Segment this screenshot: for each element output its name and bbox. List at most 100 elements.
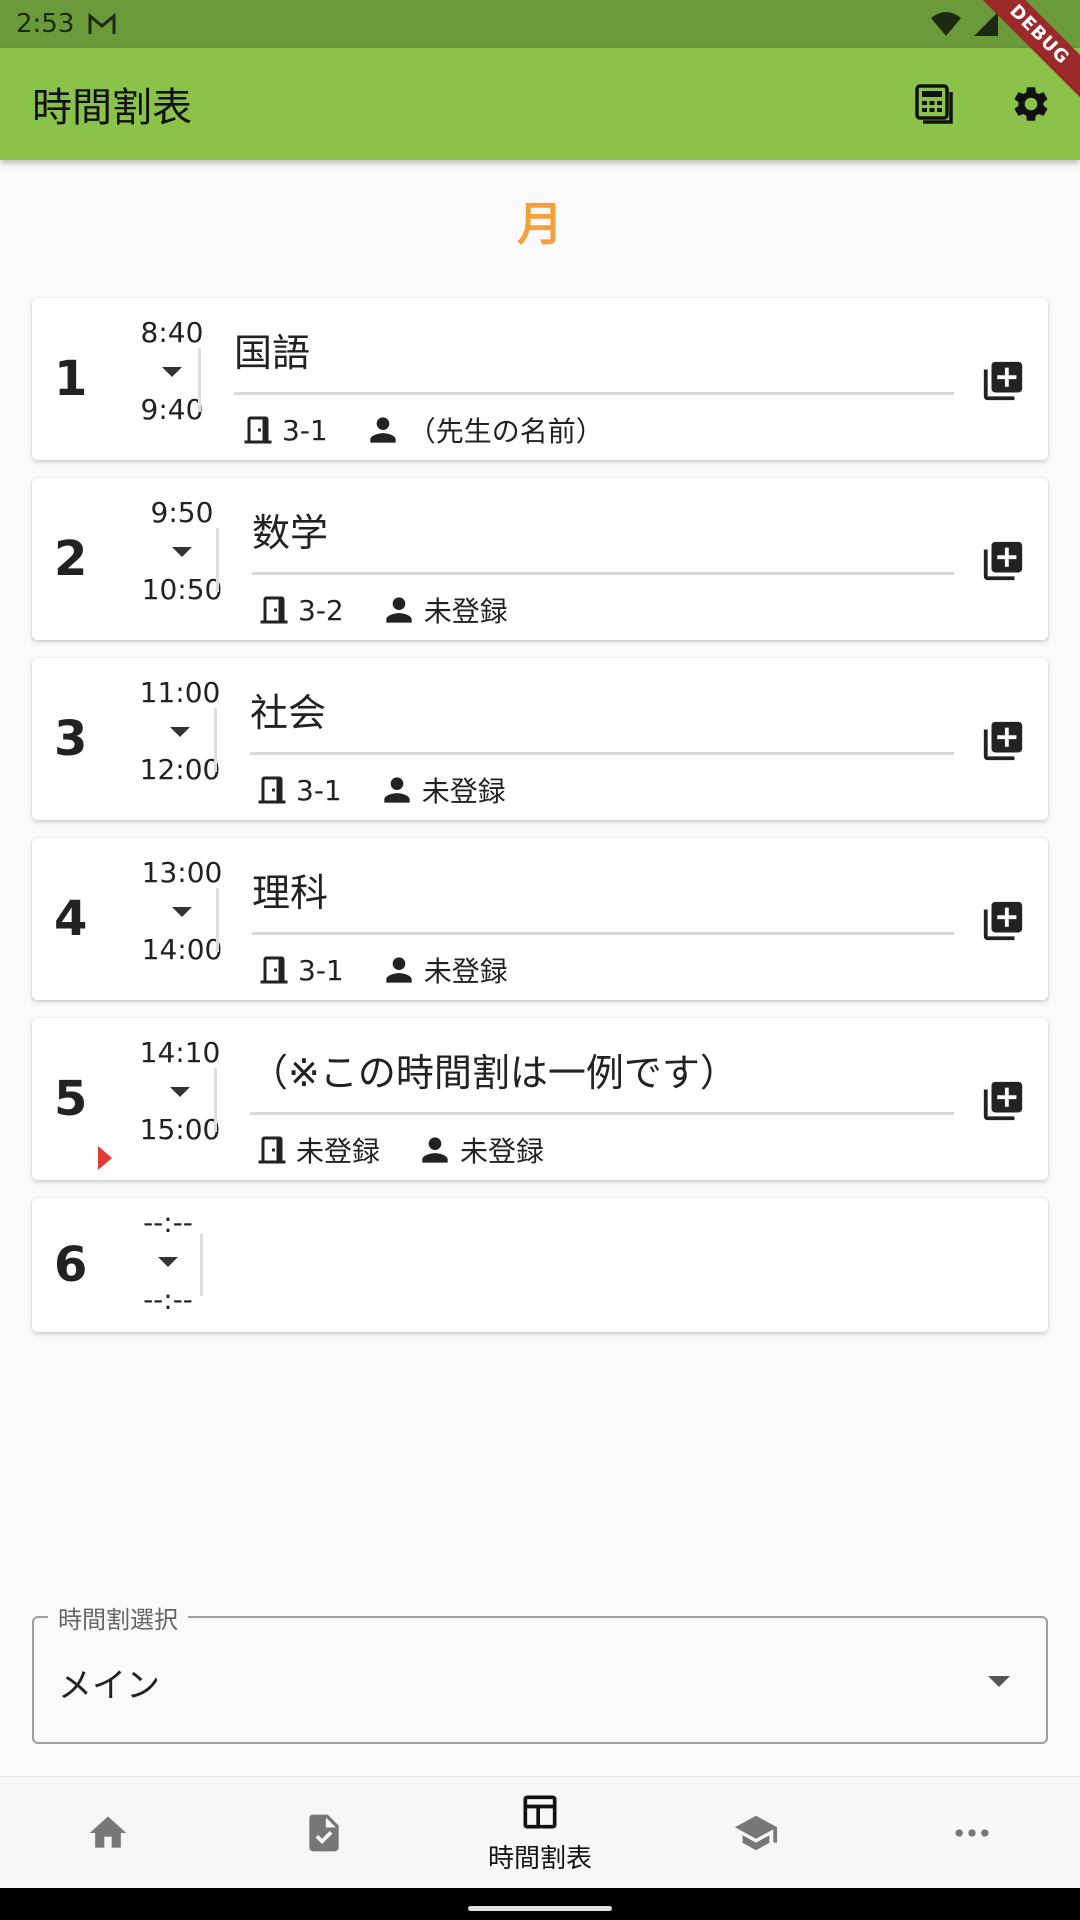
home-icon	[89, 1816, 127, 1848]
calculator-icon	[915, 84, 953, 124]
gesture-handle[interactable]	[468, 1906, 612, 1911]
period-number: 6	[54, 1237, 88, 1293]
end-time: 12:00	[139, 753, 221, 786]
bottom-navigation: 時間割表	[0, 1776, 1080, 1888]
person-icon	[386, 597, 412, 623]
room-label: 3-1	[282, 413, 328, 447]
dropdown-arrow-icon	[988, 1676, 1010, 1687]
add-note-icon[interactable]	[980, 358, 1026, 404]
arrow-down-icon	[162, 367, 182, 377]
subject-underline	[250, 752, 954, 755]
person-icon	[384, 777, 410, 803]
end-time: --:--	[143, 1283, 193, 1316]
period-card[interactable]: 1 8:40 9:40 国語 3-1 （先生の名前）	[32, 298, 1048, 460]
app-bar: 時間割表	[0, 48, 1080, 160]
period-card[interactable]: 6 --:-- --:--	[32, 1198, 1048, 1332]
subject-underline	[234, 392, 954, 395]
period-card[interactable]: 2 9:50 10:50 数学 3-2 未登録	[32, 478, 1048, 640]
period-time: 9:50 10:50	[124, 496, 240, 606]
nav-more[interactable]	[864, 1777, 1080, 1888]
teacher-label: 未登録	[423, 955, 508, 988]
nav-timetable-label: 時間割表	[487, 1844, 592, 1874]
settings-button[interactable]	[1004, 77, 1058, 131]
period-card[interactable]: 4 13:00 14:00 理科 3-1 未登録	[32, 838, 1048, 1000]
start-time: 9:50	[150, 496, 214, 529]
teacher-label: 未登録	[460, 1135, 545, 1168]
period-number: 4	[54, 891, 88, 947]
timetable-icon	[523, 1795, 557, 1829]
teacher-label: 未登録	[421, 775, 506, 808]
door-icon	[258, 1136, 286, 1164]
room-label: 3-1	[298, 953, 344, 987]
subject-underline	[252, 932, 954, 935]
nav-timetable[interactable]: 時間割表	[432, 1777, 648, 1888]
start-time: 8:40	[140, 316, 204, 349]
subject-name: 数学	[252, 511, 329, 555]
day-of-week-title: 月	[517, 197, 563, 251]
end-time: 14:00	[141, 933, 223, 966]
room-info: 3-2	[256, 592, 344, 628]
door-icon	[258, 776, 286, 804]
end-time: 10:50	[141, 573, 223, 606]
status-time: 2:53	[16, 9, 75, 39]
divider	[200, 1234, 203, 1296]
divider	[198, 348, 201, 412]
start-time: 13:00	[141, 856, 223, 889]
period-card[interactable]: 5 14:10 15:00 （※この時間割は一例です） 未登録 未登録	[32, 1018, 1048, 1180]
period-time: 8:40 9:40	[114, 316, 230, 426]
teacher-info: 未登録	[378, 770, 506, 810]
arrow-down-icon	[172, 907, 192, 917]
teacher-info: 未登録	[380, 950, 508, 990]
door-icon	[260, 596, 288, 624]
subject-underline	[252, 572, 954, 575]
period-list: 1 8:40 9:40 国語 3-1 （先生の名前） 2 9:50 10:50	[32, 298, 1048, 1350]
more-icon	[955, 1828, 989, 1837]
period-meta: 未登録 未登録	[254, 1130, 580, 1170]
signal-icon	[974, 12, 998, 36]
room-info: 3-1	[256, 952, 344, 988]
room-label: 未登録	[296, 1135, 381, 1168]
teacher-label: （先生の名前）	[407, 415, 604, 448]
subject-name: （※この時間割は一例です）	[250, 1051, 738, 1095]
subject-name: 社会	[250, 691, 327, 735]
arrow-down-icon	[172, 547, 192, 557]
end-time: 9:40	[140, 393, 204, 426]
school-icon	[734, 1815, 778, 1850]
room-info: 未登録	[254, 1130, 380, 1170]
end-time: 15:00	[139, 1113, 221, 1146]
add-note-icon[interactable]	[980, 538, 1026, 584]
gmail-icon	[88, 12, 116, 34]
period-meta: 3-1 （先生の名前）	[240, 410, 640, 450]
timetable-select[interactable]: 時間割選択 メイン	[32, 1600, 1048, 1744]
teacher-info: 未登録	[380, 590, 508, 630]
teacher-info: （先生の名前）	[364, 410, 604, 450]
door-icon	[244, 416, 272, 444]
page-title: 時間割表	[32, 85, 192, 131]
person-icon	[386, 957, 412, 983]
add-note-icon[interactable]	[980, 1078, 1026, 1124]
period-number: 3	[54, 711, 88, 767]
current-time-marker	[98, 1146, 112, 1170]
add-note-icon[interactable]	[980, 898, 1026, 944]
period-meta: 3-1 未登録	[254, 770, 542, 810]
arrow-down-icon	[170, 727, 190, 737]
period-time: 11:00 12:00	[122, 676, 238, 786]
arrow-down-icon	[170, 1087, 190, 1097]
add-note-icon[interactable]	[980, 718, 1026, 764]
subject-name: 理科	[252, 871, 329, 915]
room-label: 3-2	[298, 593, 344, 627]
timetable-select-label: 時間割選択	[48, 1600, 188, 1635]
system-navigation-bar	[0, 1888, 1080, 1920]
door-icon	[260, 956, 288, 984]
period-meta: 3-2 未登録	[256, 590, 544, 630]
calculator-button[interactable]	[908, 77, 962, 131]
period-card[interactable]: 3 11:00 12:00 社会 3-1 未登録	[32, 658, 1048, 820]
room-info: 3-1	[254, 772, 342, 808]
nav-tasks[interactable]	[216, 1777, 432, 1888]
nav-home[interactable]	[0, 1777, 216, 1888]
subject-name: 国語	[234, 331, 311, 375]
nav-school[interactable]	[648, 1777, 864, 1888]
subject-underline	[250, 1112, 954, 1115]
divider	[214, 1068, 217, 1132]
divider	[216, 888, 219, 952]
